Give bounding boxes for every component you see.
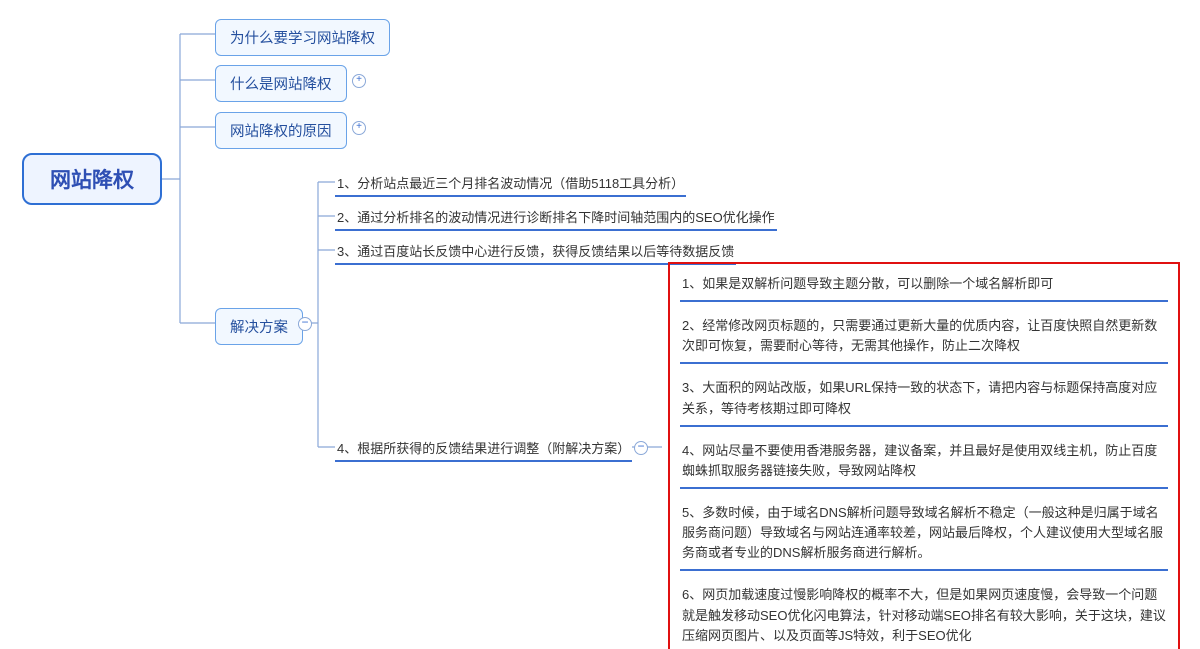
root-node[interactable]: 网站降权 xyxy=(22,153,162,205)
leaf-text: 2、通过分析排名的波动情况进行诊断排名下降时间轴范围内的SEO优化操作 xyxy=(337,210,775,225)
leaf-text: 2、经常修改网页标题的，只需要通过更新大量的优质内容，让百度快照自然更新数次即可… xyxy=(682,318,1157,353)
detail-item-4[interactable]: 4、网站尽量不要使用香港服务器，建议备案，并且最好是使用双线主机，防止百度蜘蛛抓… xyxy=(680,437,1168,489)
branch-reason[interactable]: 网站降权的原因 xyxy=(215,112,347,149)
detail-group-box: 1、如果是双解析问题导致主题分散，可以删除一个域名解析即可 2、经常修改网页标题… xyxy=(668,262,1180,649)
expand-icon[interactable]: + xyxy=(352,74,366,88)
solution-step-4[interactable]: 4、根据所获得的反馈结果进行调整（附解决方案） xyxy=(335,435,632,462)
detail-item-6[interactable]: 6、网页加载速度过慢影响降权的概率不大，但是如果网页速度慢，会导致一个问题就是触… xyxy=(680,581,1168,649)
root-label: 网站降权 xyxy=(50,164,134,194)
mindmap-canvas: 网站降权 为什么要学习网站降权 什么是网站降权 + 网站降权的原因 + 解决方案… xyxy=(0,0,1200,649)
leaf-text: 6、网页加载速度过慢影响降权的概率不大，但是如果网页速度慢，会导致一个问题就是触… xyxy=(682,587,1166,642)
branch-label: 为什么要学习网站降权 xyxy=(230,31,375,47)
leaf-text: 4、网站尽量不要使用香港服务器，建议备案，并且最好是使用双线主机，防止百度蜘蛛抓… xyxy=(682,443,1157,478)
expand-icon[interactable]: + xyxy=(352,121,366,135)
detail-item-3[interactable]: 3、大面积的网站改版，如果URL保持一致的状态下，请把内容与标题保持高度对应关系… xyxy=(680,374,1168,426)
leaf-text: 3、大面积的网站改版，如果URL保持一致的状态下，请把内容与标题保持高度对应关系… xyxy=(682,380,1157,415)
branch-label: 什么是网站降权 xyxy=(230,77,332,93)
branch-what-is[interactable]: 什么是网站降权 xyxy=(215,65,347,102)
branch-solution[interactable]: 解决方案 xyxy=(215,308,303,345)
collapse-icon[interactable]: − xyxy=(298,317,312,331)
solution-step-3[interactable]: 3、通过百度站长反馈中心进行反馈，获得反馈结果以后等待数据反馈 xyxy=(335,238,736,265)
leaf-text: 4、根据所获得的反馈结果进行调整（附解决方案） xyxy=(337,441,630,456)
detail-item-5[interactable]: 5、多数时候，由于域名DNS解析问题导致域名解析不稳定（一般这种是归属于域名服务… xyxy=(680,499,1168,571)
leaf-text: 1、如果是双解析问题导致主题分散，可以删除一个域名解析即可 xyxy=(682,276,1053,291)
detail-item-1[interactable]: 1、如果是双解析问题导致主题分散，可以删除一个域名解析即可 xyxy=(680,270,1168,302)
solution-step-2[interactable]: 2、通过分析排名的波动情况进行诊断排名下降时间轴范围内的SEO优化操作 xyxy=(335,204,777,231)
branch-why-learn[interactable]: 为什么要学习网站降权 xyxy=(215,19,390,56)
detail-item-2[interactable]: 2、经常修改网页标题的，只需要通过更新大量的优质内容，让百度快照自然更新数次即可… xyxy=(680,312,1168,364)
branch-label: 解决方案 xyxy=(230,320,288,336)
leaf-text: 3、通过百度站长反馈中心进行反馈，获得反馈结果以后等待数据反馈 xyxy=(337,244,734,259)
branch-label: 网站降权的原因 xyxy=(230,124,332,140)
leaf-text: 1、分析站点最近三个月排名波动情况（借助5118工具分析） xyxy=(337,176,684,191)
leaf-text: 5、多数时候，由于域名DNS解析问题导致域名解析不稳定（一般这种是归属于域名服务… xyxy=(682,505,1163,560)
solution-step-1[interactable]: 1、分析站点最近三个月排名波动情况（借助5118工具分析） xyxy=(335,170,686,197)
collapse-icon[interactable]: − xyxy=(634,441,648,455)
